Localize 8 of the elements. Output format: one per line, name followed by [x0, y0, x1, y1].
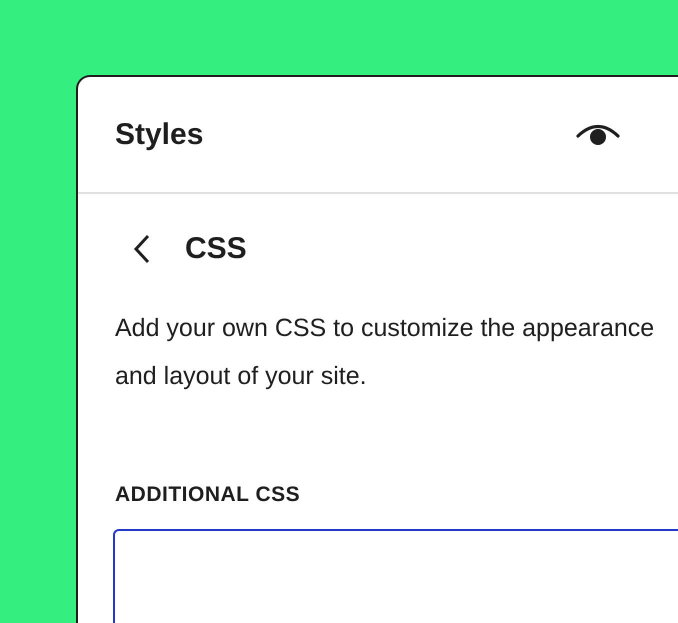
eye-icon [576, 122, 620, 146]
panel-title: Styles [115, 118, 204, 152]
description-text: Add your own CSS to customize the appearance and layout of your site. [115, 313, 656, 392]
back-button[interactable] [133, 234, 151, 264]
field-label: ADDITIONAL CSS [115, 483, 302, 507]
css-input-field[interactable] [113, 529, 678, 623]
screen-title: CSS [185, 232, 247, 266]
chevron-left-icon [133, 234, 151, 264]
